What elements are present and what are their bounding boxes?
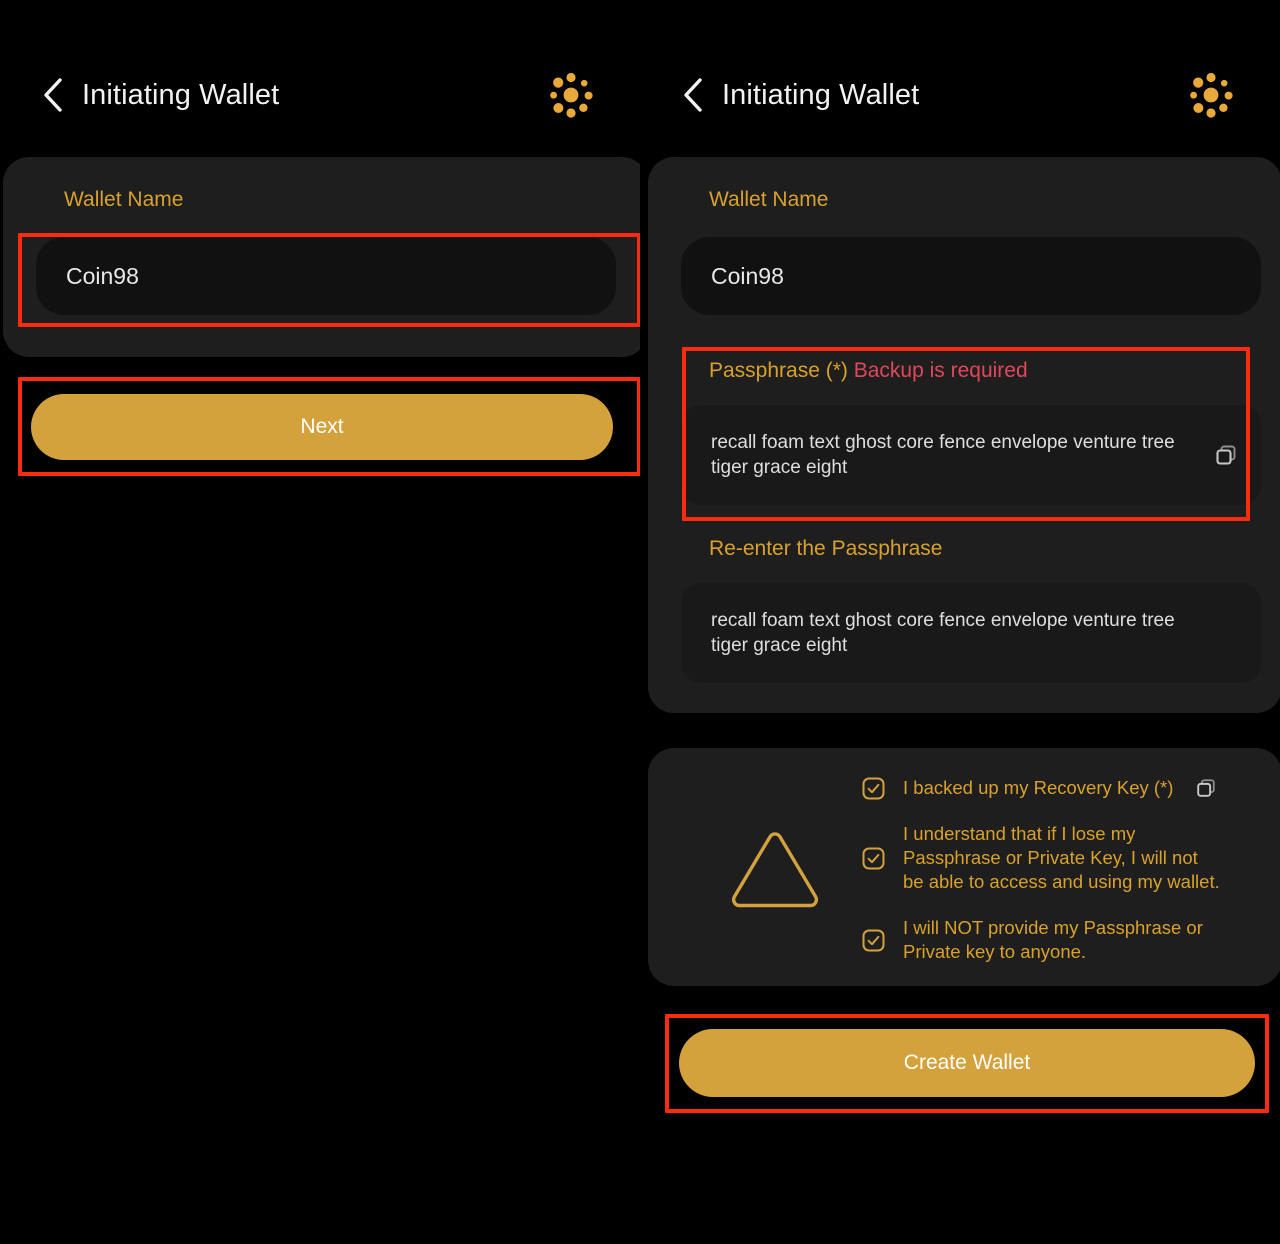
passphrase-value: recall foam text ghost core fence envelo… — [711, 432, 1175, 478]
coin98-logo-icon[interactable] — [1184, 68, 1238, 122]
reenter-passphrase-value: recall foam text ghost core fence envelo… — [711, 610, 1175, 656]
passphrase-backup-warning: Backup is required — [853, 359, 1028, 382]
back-button[interactable] — [38, 75, 68, 115]
right-form-card: Wallet Name Coin98 Passphrase (*) Backup… — [648, 157, 1280, 713]
page-title-2: Initiating Wallet — [722, 78, 920, 111]
terms-checkbox-list: I backed up my Recovery Key (*) I unders… — [862, 776, 1262, 964]
passphrase-label-text: Passphrase (*) — [709, 359, 848, 382]
checkbox-checked-icon[interactable] — [862, 777, 885, 800]
wallet-name-value-2: Coin98 — [711, 262, 784, 289]
checkbox-checked-icon[interactable] — [862, 929, 885, 952]
term-label: I will NOT provide my Passphrase or Priv… — [903, 917, 1203, 962]
wallet-name-value: Coin98 — [66, 262, 139, 289]
term-row[interactable]: I will NOT provide my Passphrase or Priv… — [862, 916, 1262, 964]
right-app-header: Initiating Wallet — [640, 62, 1280, 128]
reenter-passphrase-input[interactable]: recall foam text ghost core fence envelo… — [681, 583, 1261, 683]
wallet-name-input[interactable]: Coin98 — [36, 237, 616, 315]
checkbox-checked-icon[interactable] — [862, 847, 885, 870]
passphrase-label: Passphrase (*) Backup is required — [709, 359, 1028, 383]
coin98-logo-icon[interactable] — [544, 68, 598, 122]
right-wallet-name-label: Wallet Name — [709, 188, 829, 211]
left-wallet-name-card: Wallet Name Coin98 — [3, 157, 648, 357]
back-button-2[interactable] — [678, 75, 708, 115]
wallet-name-input-2[interactable]: Coin98 — [681, 237, 1261, 315]
term-row[interactable]: I understand that if I lose my Passphras… — [862, 822, 1262, 894]
chevron-left-icon — [40, 75, 66, 115]
reenter-passphrase-label: Re-enter the Passphrase — [709, 537, 943, 560]
left-wallet-name-label: Wallet Name — [64, 188, 184, 211]
copy-icon[interactable] — [1195, 777, 1217, 799]
chevron-left-icon — [680, 75, 706, 115]
term-label: I understand that if I lose my Passphras… — [903, 823, 1220, 892]
page-title: Initiating Wallet — [82, 78, 280, 111]
screenshot-root: Initiating Wallet Wallet Name Coin98 Nex… — [0, 0, 1280, 1244]
term-label: I backed up my Recovery Key (*) — [903, 777, 1174, 798]
next-button[interactable]: Next — [31, 394, 613, 460]
warning-triangle-icon — [727, 828, 823, 914]
left-app-header: Initiating Wallet — [0, 62, 640, 128]
left-panel: Initiating Wallet Wallet Name Coin98 Nex… — [0, 0, 648, 1244]
passphrase-input[interactable]: recall foam text ghost core fence envelo… — [681, 405, 1261, 505]
copy-icon[interactable] — [1213, 442, 1239, 468]
create-wallet-button[interactable]: Create Wallet — [679, 1029, 1255, 1097]
term-row[interactable]: I backed up my Recovery Key (*) — [862, 776, 1262, 800]
